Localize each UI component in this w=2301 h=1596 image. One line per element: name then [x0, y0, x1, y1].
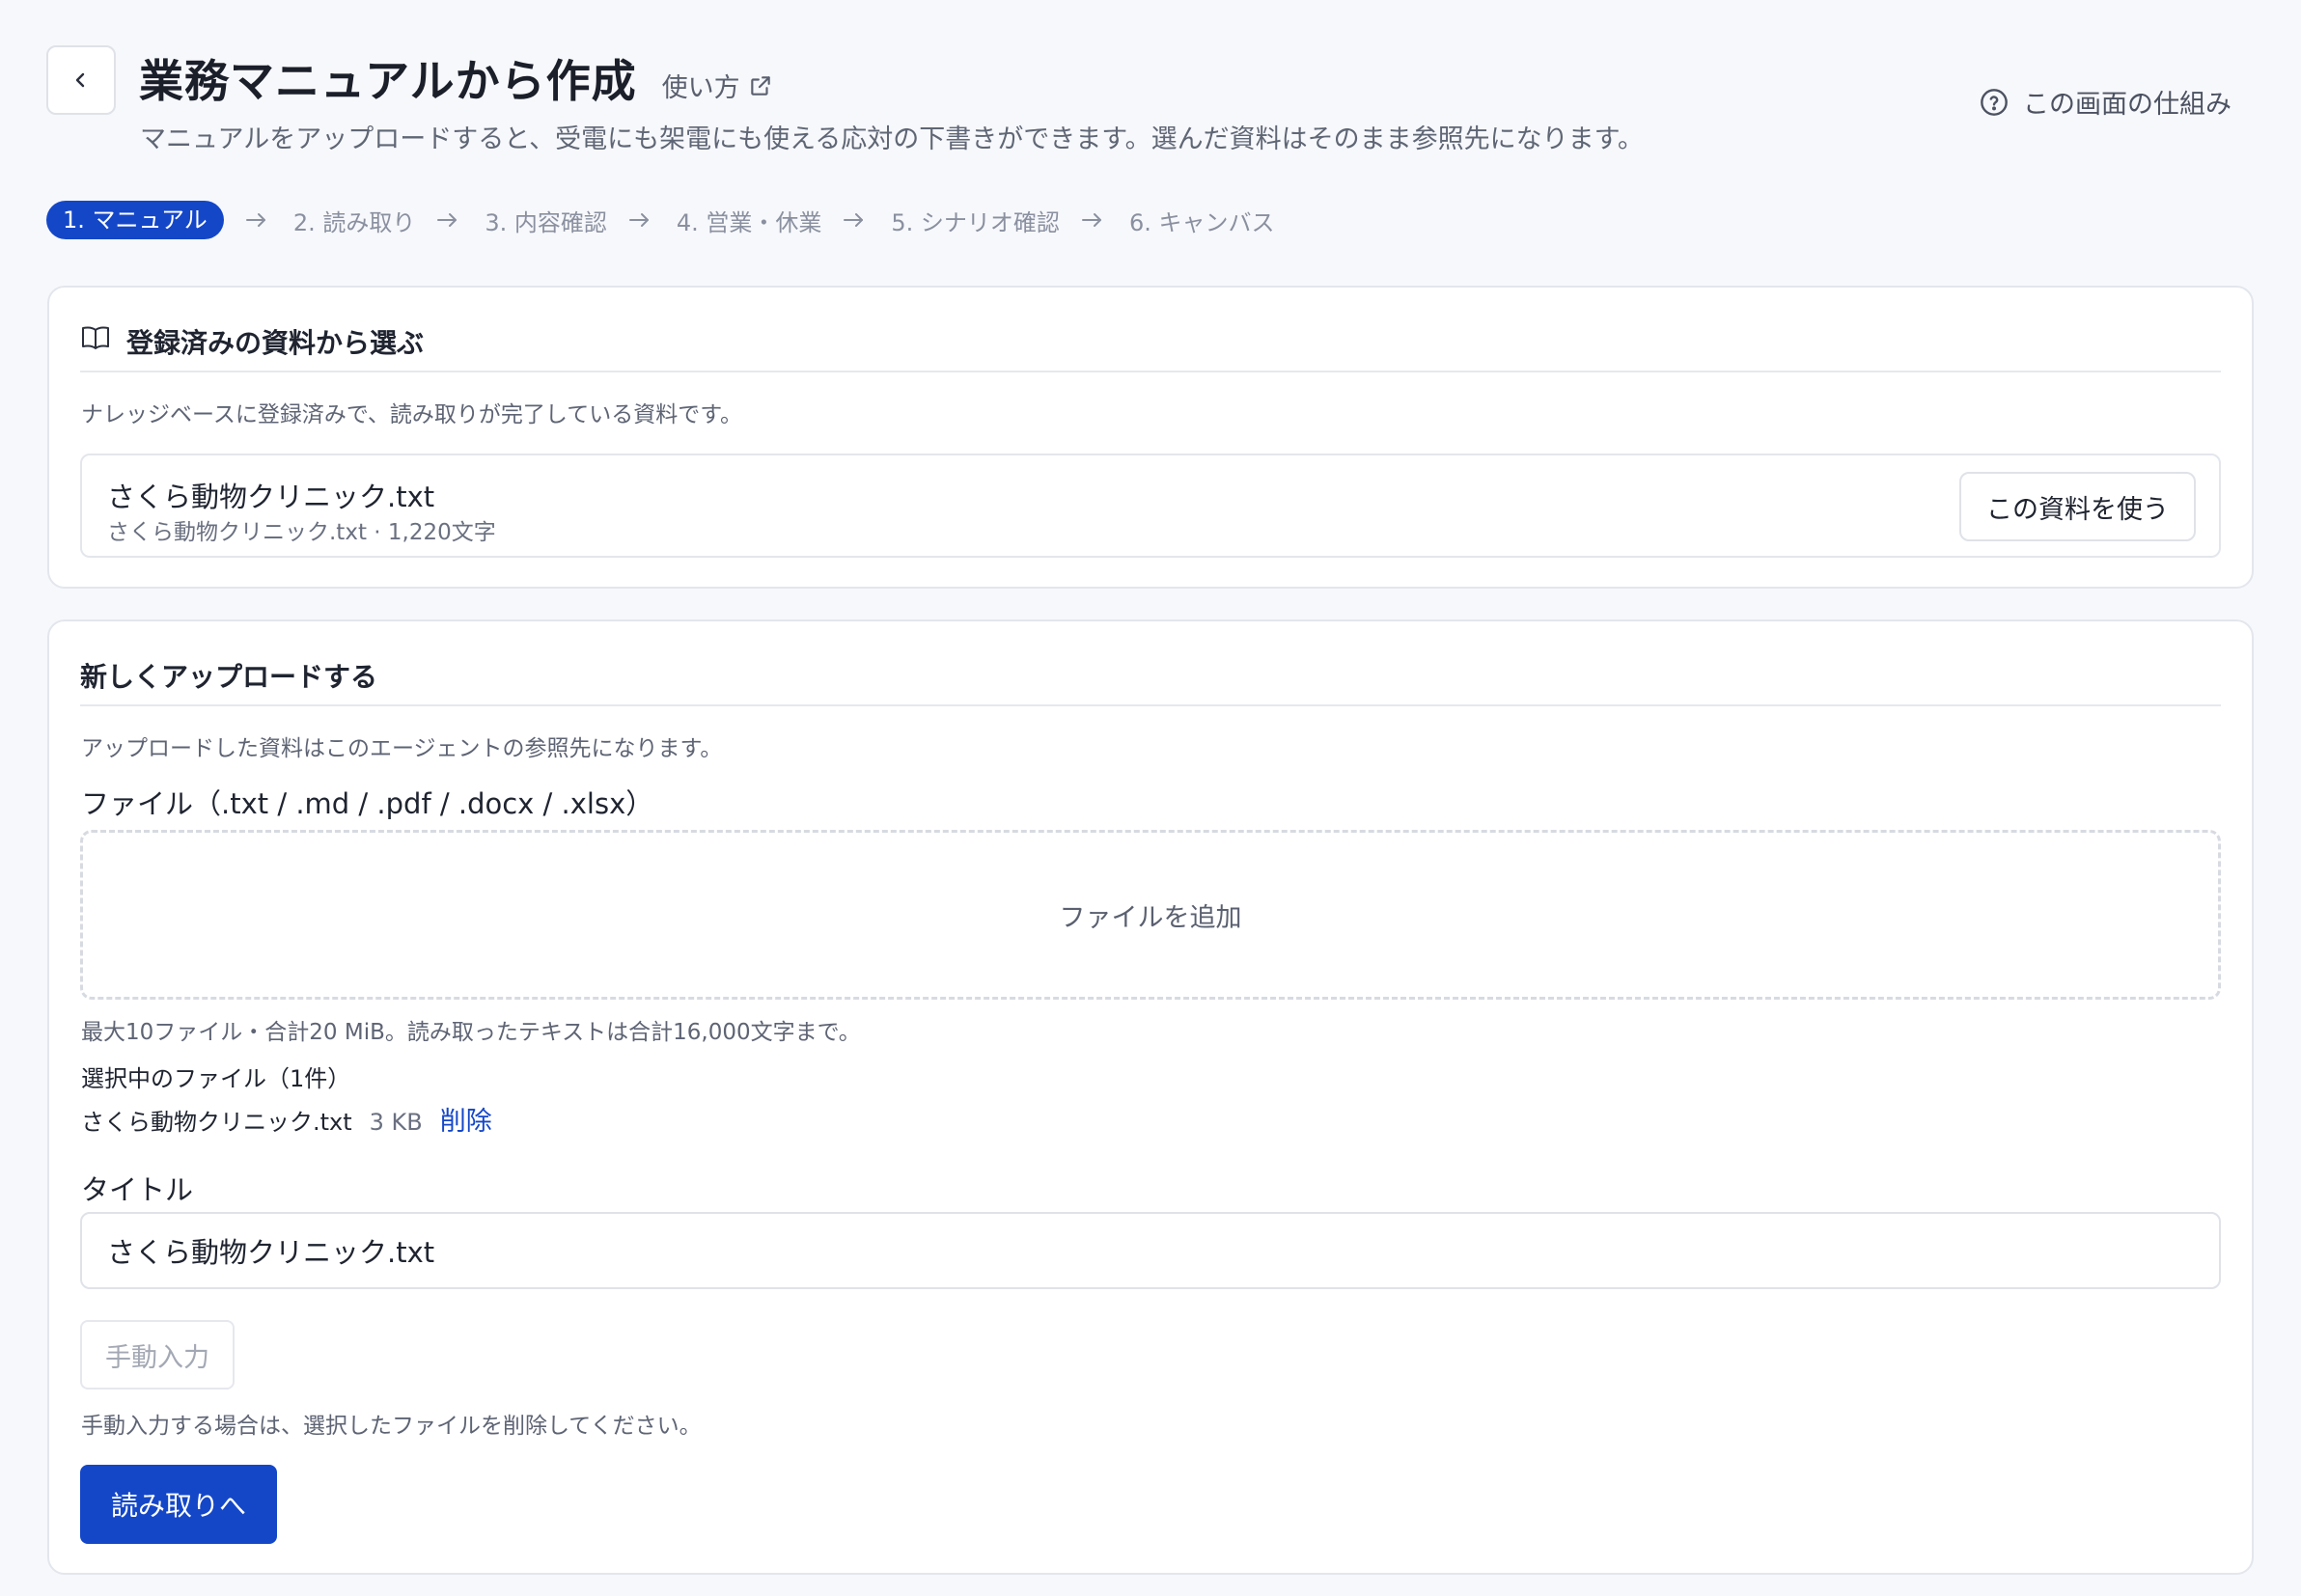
- card-header: 登録済みの資料から選ぶ: [80, 322, 2221, 372]
- dropzone-label: ファイルを追加: [1059, 902, 1242, 933]
- title-field-label: タイトル: [81, 1173, 194, 1206]
- selected-files-heading: 選択中のファイル（1件）: [81, 1065, 351, 1092]
- arrow-right-icon: [1081, 213, 1101, 227]
- back-button[interactable]: [46, 45, 116, 115]
- next-to-reading-button[interactable]: 読み取りへ: [80, 1465, 278, 1544]
- card-title: 登録済みの資料から選ぶ: [126, 327, 425, 359]
- selected-file-name: さくら動物クリニック.txt: [81, 1109, 352, 1136]
- howto-link[interactable]: 使い方: [662, 67, 773, 104]
- step-scenario-check: 5. シナリオ確認: [891, 208, 1060, 236]
- how-it-works-label: この画面の仕組み: [2023, 90, 2232, 120]
- title-row: 業務マニュアルから作成 使い方: [139, 46, 773, 110]
- card-description: ナレッジベースに登録済みで、読み取りが完了している資料です。: [81, 402, 742, 427]
- how-it-works-link[interactable]: この画面の仕組み: [1979, 83, 2232, 121]
- page-title: 業務マニュアルから作成: [139, 55, 637, 107]
- title-input[interactable]: [80, 1212, 2221, 1289]
- stepper: 1. マニュアル 2. 読み取り 3. 内容確認 4. 営業・休業 5. シナリ…: [46, 201, 1274, 239]
- upload-limits-hint: 最大10ファイル・合計20 MiB。読み取ったテキストは合計16,000文字まで…: [81, 1020, 861, 1045]
- book-open-icon: [82, 326, 109, 349]
- upload-card: 新しくアップロードする アップロードした資料はこのエージェントの参照先になります…: [47, 619, 2254, 1575]
- card-description: アップロードした資料はこのエージェントの参照先になります。: [81, 736, 723, 761]
- card-title: 新しくアップロードする: [80, 661, 378, 693]
- manual-input-button[interactable]: 手動入力: [80, 1320, 235, 1390]
- page-subtitle: マニュアルをアップロードすると、受電にも架電にも使える応対の下書きができます。選…: [140, 124, 1644, 154]
- registered-documents-card: 登録済みの資料から選ぶ ナレッジベースに登録済みで、読み取りが完了している資料で…: [47, 286, 2254, 589]
- page: 業務マニュアルから作成 使い方 マニュアルをアップロードすると、受電にも架電にも…: [0, 0, 2301, 1596]
- arrow-right-icon: [437, 213, 457, 227]
- step-reading: 2. 読み取り: [292, 208, 416, 236]
- selected-file-size: 3 KB: [369, 1109, 423, 1136]
- file-field-label: ファイル（.txt / .md / .pdf / .docx / .xlsx）: [81, 787, 654, 820]
- help-circle-icon: [1981, 88, 2008, 116]
- howto-label: 使い方: [661, 73, 740, 103]
- external-link-icon: [750, 75, 770, 96]
- manual-input-hint: 手動入力する場合は、選択したファイルを削除してください。: [81, 1414, 702, 1439]
- delete-file-link[interactable]: 削除: [440, 1100, 492, 1138]
- document-item: さくら動物クリニック.txt さくら動物クリニック.txt · 1,220文字 …: [80, 454, 2221, 558]
- step-manual: 1. マニュアル: [46, 201, 224, 239]
- document-meta: さくら動物クリニック.txt · 1,220文字: [107, 520, 496, 545]
- selected-file-row: さくら動物クリニック.txt 3 KB 削除: [81, 1100, 492, 1138]
- arrow-right-icon: [245, 213, 265, 227]
- step-business-hours: 4. 営業・休業: [676, 208, 822, 236]
- card-header: 新しくアップロードする: [80, 656, 2221, 706]
- document-name: さくら動物クリニック.txt: [107, 481, 435, 513]
- file-dropzone[interactable]: ファイルを追加: [80, 830, 2221, 1000]
- chevron-left-icon: [75, 72, 85, 88]
- arrow-right-icon: [628, 213, 649, 227]
- arrow-right-icon: [844, 213, 864, 227]
- step-canvas: 6. キャンバス: [1128, 208, 1275, 236]
- step-content-check: 3. 内容確認: [485, 208, 607, 236]
- use-document-button[interactable]: この資料を使う: [1959, 472, 2196, 541]
